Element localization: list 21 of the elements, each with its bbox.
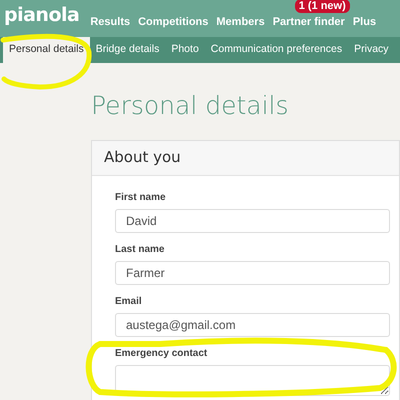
input-field[interactable]: David xyxy=(115,208,390,232)
input-field[interactable]: Farmer xyxy=(115,260,390,284)
nav-link[interactable]: Members xyxy=(216,16,265,28)
nav-link[interactable]: Competitions xyxy=(138,16,208,28)
field-label: Last name xyxy=(115,242,166,256)
card-title: About you xyxy=(104,147,181,168)
field-label: Email xyxy=(115,294,143,308)
tab[interactable]: Privacy xyxy=(348,37,395,63)
logo[interactable]: pianola xyxy=(4,1,80,30)
page-heading: Personal details xyxy=(91,90,290,122)
notification-badge: 1 (1 new) xyxy=(294,0,350,12)
input-field[interactable]: austega@gmail.com xyxy=(115,312,390,336)
nav-link[interactable]: Plus xyxy=(352,16,376,28)
nav-link[interactable]: Results xyxy=(90,16,130,28)
tab[interactable]: Communication preferences xyxy=(204,37,348,63)
field-label: Emergency contact xyxy=(115,346,208,360)
tab[interactable]: Photo xyxy=(165,37,205,63)
field-label: First name xyxy=(115,190,167,204)
nav-link[interactable]: Partner finder xyxy=(272,16,345,28)
tab[interactable]: Bridge details xyxy=(90,37,166,63)
input-field[interactable] xyxy=(115,364,390,396)
